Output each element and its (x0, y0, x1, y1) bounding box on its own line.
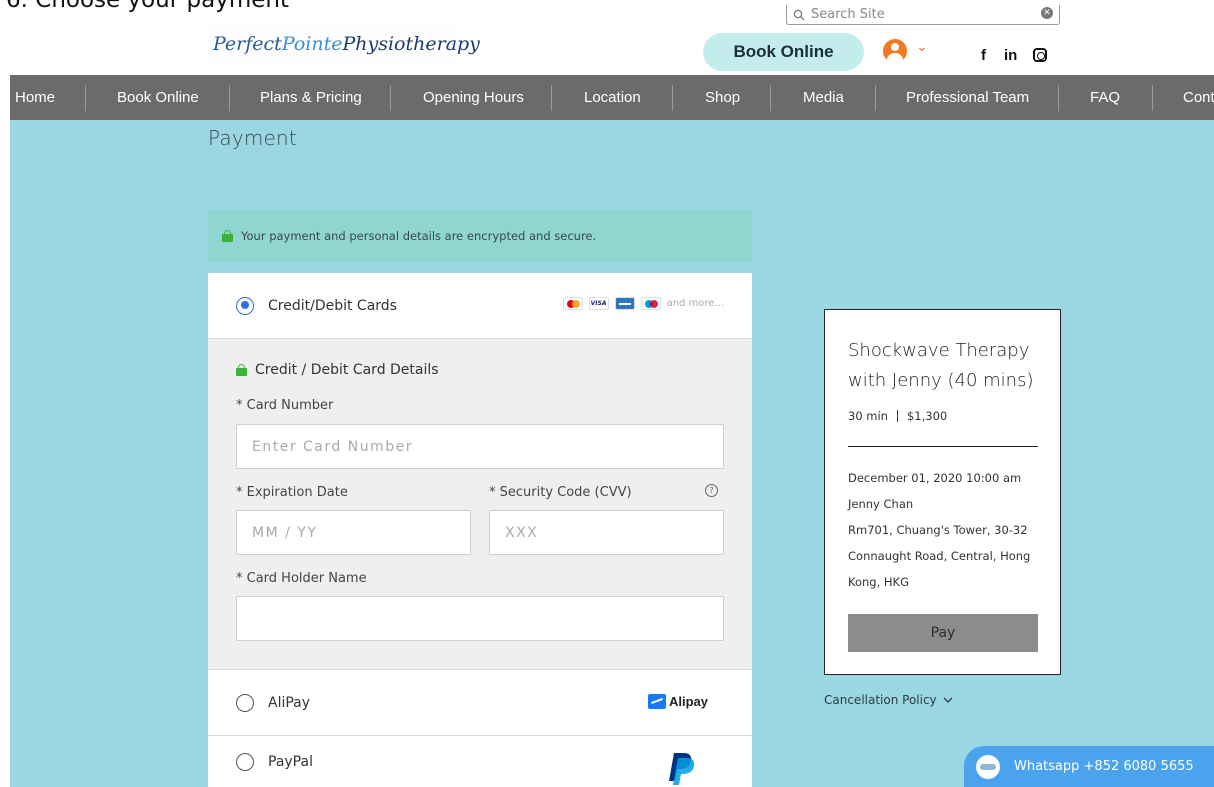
help-icon[interactable]: ? (705, 484, 718, 497)
cvv-placeholder: XXX (505, 524, 539, 541)
nav-item-professional-team[interactable]: Professional Team (906, 75, 1029, 120)
linkedin-icon[interactable]: in (1004, 47, 1017, 64)
service-title: Shockwave Therapy with Jenny (40 mins) (848, 340, 1034, 391)
instagram-icon[interactable] (1033, 48, 1047, 62)
lock-icon (236, 364, 247, 376)
logo-text-physiotherapy: Physiotherapy (342, 33, 480, 55)
card-number-label: * Card Number (236, 398, 334, 413)
nav-item-location[interactable]: Location (584, 75, 641, 120)
user-avatar-icon[interactable] (883, 39, 907, 63)
nav-item-plans-pricing[interactable]: Plans & Pricing (260, 75, 362, 120)
booking-address: Rm701, Chuang's Tower, 30-32 Connaught R… (848, 523, 1031, 589)
nav-item-shop[interactable]: Shop (705, 75, 740, 120)
summary-divider (848, 446, 1038, 447)
holder-name-input[interactable] (236, 596, 724, 641)
holder-name-label: * Card Holder Name (236, 571, 367, 586)
booking-datetime: December 01, 2020 10:00 am (848, 471, 1022, 485)
payment-methods-panel: Credit/Debit Cards VISA and more... Cred… (208, 273, 752, 787)
clear-icon[interactable]: ✕ (1041, 7, 1053, 19)
chevron-down-icon (943, 697, 953, 703)
page-title: Payment (208, 126, 297, 150)
mastercard-icon (562, 297, 583, 310)
alipay-option-label: AliPay (268, 694, 311, 711)
logo-text-pointe: Pointe (281, 33, 343, 55)
alipay-radio[interactable] (236, 693, 254, 712)
card-number-placeholder: Enter Card Number (252, 438, 413, 455)
amex-icon (614, 297, 635, 310)
card-brand-logos: VISA and more... (562, 297, 724, 310)
nav-separator (1152, 85, 1153, 111)
paypal-icon (669, 753, 694, 785)
cvv-label: * Security Code (CVV) (489, 485, 632, 500)
card-number-input[interactable]: Enter Card Number (236, 424, 724, 469)
expiry-input[interactable]: MM / YY (236, 510, 471, 555)
nav-item-opening-hours[interactable]: Opening Hours (423, 75, 524, 120)
nav-separator (875, 85, 876, 111)
meta-separator (896, 410, 898, 422)
search-icon (793, 9, 805, 20)
maestro-icon (640, 297, 661, 310)
pay-button[interactable]: Pay (848, 614, 1038, 652)
payment-option-paypal[interactable]: PayPal (208, 736, 752, 787)
service-duration: 30 min (848, 409, 888, 423)
main-content: Payment Your payment and personal detail… (10, 120, 1214, 787)
alipay-logo-text: Alipay (668, 694, 708, 709)
booking-summary: Shockwave Therapy with Jenny (40 mins) 3… (824, 309, 1061, 675)
cancellation-policy-toggle[interactable]: Cancellation Policy (824, 693, 953, 707)
nav-separator (1058, 85, 1059, 111)
paypal-radio[interactable] (236, 752, 254, 771)
nav-separator (770, 85, 771, 111)
whatsapp-label: Whatsapp +852 6080 5655 (1014, 759, 1194, 774)
payment-option-alipay[interactable]: AliPay Alipay (208, 670, 752, 736)
nav-item-faq[interactable]: FAQ (1090, 75, 1120, 120)
chevron-down-icon[interactable]: ⌄ (916, 39, 928, 55)
card-radio[interactable] (236, 296, 254, 315)
lock-icon (222, 230, 233, 242)
whatsapp-button[interactable]: Whatsapp +852 6080 5655 (964, 746, 1214, 787)
nav-separator (229, 85, 230, 111)
logo-text-perfect: Perfect (213, 33, 282, 55)
alipay-icon (647, 694, 666, 709)
cancellation-policy-label: Cancellation Policy (824, 693, 937, 707)
secure-notice-text: Your payment and personal details are en… (241, 229, 597, 243)
cvv-input[interactable]: XXX (489, 510, 724, 555)
payment-option-card[interactable]: Credit/Debit Cards VISA and more... (208, 273, 752, 339)
card-details-title: Credit / Debit Card Details (236, 362, 439, 378)
nav-item-home[interactable]: Home (15, 75, 55, 120)
main-nav: Home Book Online Plans & Pricing Opening… (10, 75, 1214, 120)
nav-separator (390, 85, 391, 111)
facebook-icon[interactable]: f (981, 47, 986, 64)
secure-notice: Your payment and personal details are en… (208, 210, 752, 262)
more-cards-text: and more... (666, 298, 724, 309)
card-details-form: Credit / Debit Card Details * Card Numbe… (208, 339, 752, 670)
expiry-label: * Expiration Date (236, 485, 348, 500)
site-logo[interactable]: Perfect Pointe Physiotherapy (209, 21, 480, 67)
card-option-label: Credit/Debit Cards (268, 297, 397, 314)
nav-separator (85, 85, 86, 111)
service-price: $1,300 (906, 409, 948, 423)
site-header: Search Site ✕ Perfect Pointe Physiothera… (10, 5, 1214, 75)
expiry-placeholder: MM / YY (252, 524, 318, 541)
booking-details: December 01, 2020 10:00 am Jenny Chan Rm… (848, 465, 1048, 595)
search-input[interactable]: Search Site ✕ (786, 5, 1060, 25)
nav-item-book-online[interactable]: Book Online (117, 75, 199, 120)
book-online-button[interactable]: Book Online (703, 33, 864, 71)
search-placeholder: Search Site (811, 7, 885, 22)
paypal-option-label: PayPal (268, 753, 313, 770)
service-meta: 30 min $1,300 (848, 409, 947, 423)
booking-staff: Jenny Chan (848, 497, 914, 511)
visa-icon: VISA (588, 297, 609, 310)
card-details-title-text: Credit / Debit Card Details (255, 362, 439, 378)
nav-separator (672, 85, 673, 111)
nav-separator (551, 85, 552, 111)
whatsapp-avatar-icon (976, 754, 1000, 779)
nav-item-media[interactable]: Media (803, 75, 844, 120)
nav-item-contact[interactable]: Cont (1183, 75, 1214, 120)
alipay-logo: Alipay (647, 694, 708, 709)
